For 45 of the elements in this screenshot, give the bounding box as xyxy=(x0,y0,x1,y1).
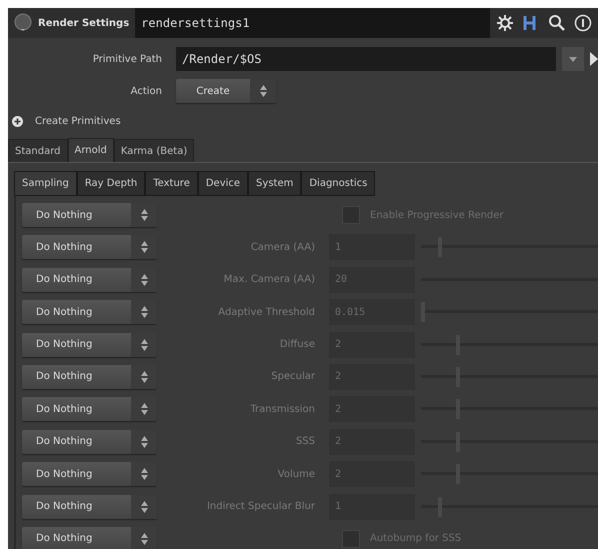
up-down-arrows-icon xyxy=(140,468,148,480)
dropdown-button[interactable] xyxy=(562,47,584,71)
gear-icon[interactable] xyxy=(496,14,514,32)
param-label: Indirect Specular Blur xyxy=(206,501,316,512)
up-down-arrows-icon xyxy=(140,532,148,545)
param-label: Transmission xyxy=(249,404,316,415)
tab[interactable]: System xyxy=(248,171,302,196)
node-type-label: Render Settings xyxy=(37,18,130,28)
triangle-icon[interactable] xyxy=(590,52,598,66)
field-label: Action xyxy=(130,86,163,96)
up-down-arrows-icon xyxy=(260,85,266,97)
up-down-arrows-icon xyxy=(140,500,148,513)
tab[interactable]: Sampling xyxy=(14,171,77,196)
field-label: Primitive Path xyxy=(92,54,163,64)
search-icon[interactable] xyxy=(548,14,566,32)
node-icon[interactable] xyxy=(12,12,34,34)
tab[interactable]: Karma (Beta) xyxy=(114,139,194,162)
param-label: Volume xyxy=(276,468,316,480)
up-down-arrows-icon xyxy=(140,274,148,286)
up-down-arrows-icon xyxy=(140,241,148,254)
up-down-arrows-icon xyxy=(140,370,148,383)
tab[interactable]: Diagnostics xyxy=(301,171,376,196)
up-down-arrows-icon xyxy=(140,209,148,221)
tab[interactable]: Standard xyxy=(8,139,68,162)
up-down-arrows-icon xyxy=(140,306,148,318)
tab[interactable]: Arnold xyxy=(68,138,114,162)
up-down-arrows-icon xyxy=(140,436,148,448)
expand-icon[interactable] xyxy=(12,116,23,126)
up-down-arrows-icon xyxy=(140,338,148,351)
tab[interactable]: Device xyxy=(198,171,248,196)
param-label: Specular xyxy=(270,371,316,382)
tab[interactable]: Texture xyxy=(145,171,198,196)
param-label: Max. Camera (AA) xyxy=(222,274,316,286)
caret-icon xyxy=(569,56,577,62)
param-label: Diffuse xyxy=(278,339,316,350)
tab[interactable]: Ray Depth xyxy=(76,171,146,196)
primitive-path-field[interactable]: /Render/$OS xyxy=(176,47,556,71)
up-down-arrows-icon xyxy=(140,403,148,416)
info-icon[interactable] xyxy=(574,14,592,32)
param-label: SSS xyxy=(294,436,316,448)
param-label: Adaptive Threshold xyxy=(217,306,316,318)
node-name-field[interactable]: rendersettings1 xyxy=(135,8,490,38)
section-label: Create Primitives xyxy=(35,116,121,126)
param-label: Camera (AA) xyxy=(250,242,316,253)
action-menu[interactable]: Create xyxy=(176,79,276,103)
